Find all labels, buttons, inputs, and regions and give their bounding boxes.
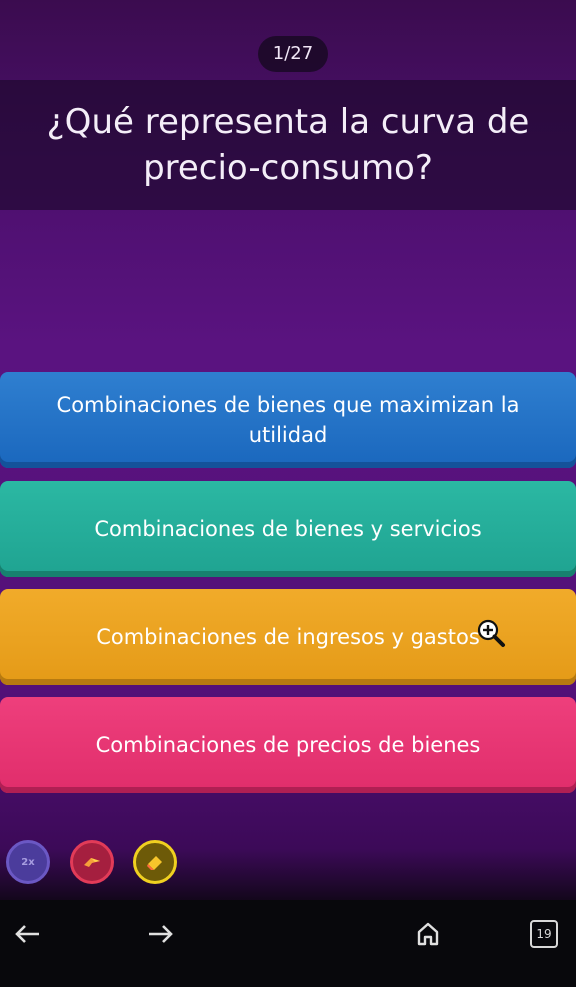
back-button[interactable]	[8, 916, 48, 952]
answer-option-4[interactable]: Combinaciones de precios de bienes	[0, 697, 576, 793]
quiz-screen: 1/27 ¿Qué representa la curva de precio-…	[0, 0, 576, 987]
tabs-button[interactable]: 19	[524, 916, 564, 952]
answer-option-2-label: Combinaciones de bienes y servicios	[94, 517, 482, 541]
back-arrow-icon	[15, 925, 39, 943]
answer-option-1[interactable]: Combinaciones de bienes que maximizan la…	[0, 372, 576, 468]
question-text: ¿Qué representa la curva de precio-consu…	[46, 102, 530, 188]
zoom-cursor-icon	[477, 619, 505, 647]
2x-powerup-icon[interactable]: 2x	[6, 840, 50, 884]
forward-button[interactable]	[140, 916, 180, 952]
eraser-glyph-icon	[147, 856, 162, 870]
tabs-icon: 19	[530, 920, 558, 948]
browser-navbar: 19	[0, 900, 576, 987]
question-box: ¿Qué representa la curva de precio-consu…	[0, 80, 576, 210]
home-icon	[417, 922, 439, 946]
2x-powerup-label: 2x	[21, 856, 35, 868]
answer-option-4-label: Combinaciones de precios de bienes	[95, 733, 481, 757]
tab-count: 19	[536, 927, 552, 941]
eraser-powerup-icon[interactable]	[133, 840, 177, 884]
answer-option-3-label: Combinaciones de ingresos y gastos	[96, 625, 480, 649]
answer-option-1-label: Combinaciones de bienes que maximizan la…	[56, 393, 520, 447]
question-counter: 1/27	[258, 36, 328, 72]
forward-arrow-icon	[149, 925, 173, 943]
answer-option-2[interactable]: Combinaciones de bienes y servicios	[0, 481, 576, 577]
streak-powerup-icon[interactable]	[70, 840, 114, 884]
home-button[interactable]	[408, 916, 448, 952]
powerups-bar: 2x	[0, 840, 300, 890]
streak-glyph-icon	[84, 858, 100, 867]
